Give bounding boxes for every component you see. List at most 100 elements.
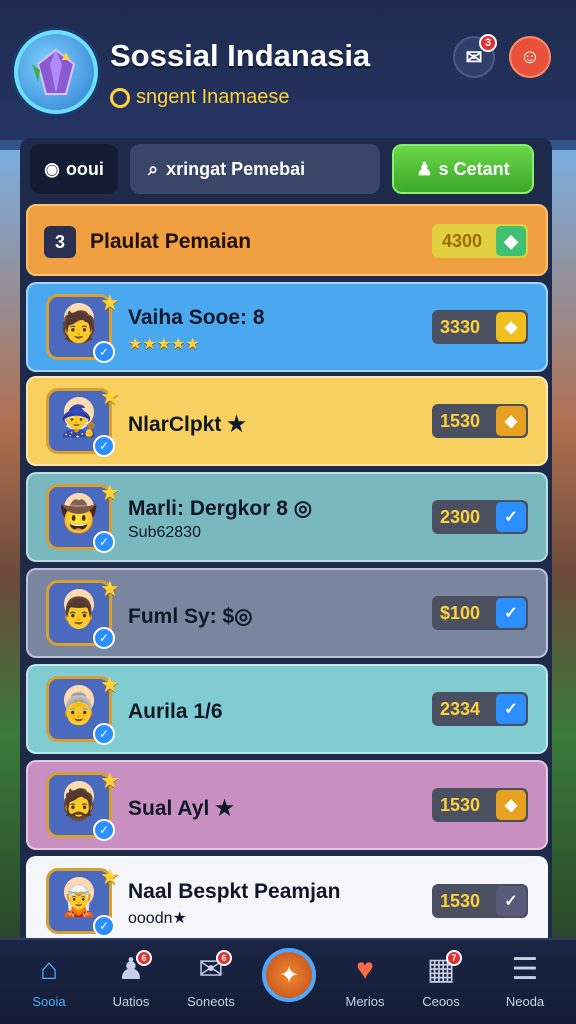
toolbar: ◉ ooui ⌕ xringat Pemebai ♟ s Cetant bbox=[30, 144, 542, 194]
chat-badge: 3 bbox=[479, 34, 497, 52]
player-name: Sual Ayl ★ bbox=[128, 797, 234, 820]
rank-badge: 3 bbox=[44, 226, 76, 258]
nav-label: Soneots bbox=[187, 994, 235, 1009]
leaderboard-row[interactable]: 🤠 ✓ ★ Marli: Dergkor 8 ◎ Sub62830 2300 ✓ bbox=[26, 472, 548, 562]
nav-item-uatios[interactable]: ♟ 6 Uatios bbox=[96, 950, 166, 1009]
home-icon: ⌂ bbox=[39, 953, 59, 986]
header-row-score-value: 4300 bbox=[442, 230, 483, 251]
star-icon: ★ bbox=[100, 768, 120, 793]
leaderboard-panel: ◉ ooui ⌕ xringat Pemebai ♟ s Cetant 3 Pl… bbox=[20, 138, 552, 946]
app-header: Sossial Indanasia sngent Inamaese ✉ 3 ☺ bbox=[0, 0, 576, 140]
check-icon: ✓ bbox=[496, 694, 526, 724]
nav-label: Merios bbox=[345, 994, 385, 1009]
player-name: Marli: Dergkor 8 ◎ bbox=[128, 497, 313, 520]
player-name: Vaiha Sooe: 8 bbox=[128, 306, 265, 329]
nav-badge: 6 bbox=[136, 950, 152, 966]
verified-icon: ✓ bbox=[93, 435, 115, 457]
nav-item-ceoos[interactable]: ▦ 7 Ceoos bbox=[406, 950, 476, 1009]
check-icon: ✓ bbox=[496, 598, 526, 628]
nav-label: Uatios bbox=[112, 994, 150, 1009]
leaderboard-row[interactable]: 👨 ✓ ★ Fuml Sy: $◎ $100 ✓ bbox=[26, 568, 548, 658]
star-badge-icon: ✦ bbox=[278, 961, 300, 989]
player-score: 1530 ✓ bbox=[432, 884, 528, 918]
search-icon: ⌕ bbox=[148, 158, 159, 179]
grid-icon: ▦ 7 bbox=[406, 950, 476, 990]
player-score-value: 2334 bbox=[440, 698, 481, 719]
action-label: s Cetant bbox=[438, 158, 510, 179]
leaderboard-row[interactable]: 🧝 ✓ ★ Naal Bespkt Peamjan ooodn★ 1530 ✓ bbox=[26, 856, 548, 946]
chat-button[interactable]: ✉ 3 bbox=[453, 34, 497, 78]
verified-icon: ✓ bbox=[93, 531, 115, 553]
player-subtitle: ooodn★ bbox=[128, 910, 187, 927]
check-icon: ✓ bbox=[496, 886, 526, 916]
star-icon: ★ bbox=[100, 864, 120, 889]
header-row-title: Plaulat Pemaian bbox=[90, 230, 252, 253]
verified-icon: ✓ bbox=[93, 819, 115, 841]
check-icon: ✓ bbox=[496, 502, 526, 532]
nav-badge: 7 bbox=[446, 950, 462, 966]
add-action-button[interactable]: ♟ s Cetant bbox=[392, 144, 534, 194]
star-icon: ★ bbox=[100, 384, 120, 409]
verified-icon: ✓ bbox=[93, 915, 115, 937]
profile-button[interactable]: ☺ bbox=[509, 36, 551, 78]
nav-item-sooia[interactable]: ⌂ Sooia bbox=[14, 950, 84, 1009]
bottom-nav: ✦ ⌂ Sooia ♟ 6 Uatios ✉ 6 Soneots ♥ Merios ▦ 7 Ceoos ☰… bbox=[0, 938, 576, 1024]
player-score-value: 1530 bbox=[440, 410, 481, 431]
app-logo bbox=[14, 30, 98, 114]
verified-icon: ✓ bbox=[93, 627, 115, 649]
diamond-icon: ◆ bbox=[496, 790, 526, 820]
star-icon: ★ bbox=[100, 672, 120, 697]
heart-icon: ♥ bbox=[356, 953, 374, 986]
filter-button[interactable]: ◉ ooui bbox=[30, 144, 118, 194]
player-subtitle: ★★★★★ bbox=[128, 336, 200, 353]
verified-icon: ✓ bbox=[93, 723, 115, 745]
nav-item-soneots[interactable]: ✉ 6 Soneots bbox=[176, 950, 246, 1009]
star-icon: ★ bbox=[100, 480, 120, 505]
nav-label: Ceoos bbox=[422, 994, 460, 1009]
nav-item-neoda[interactable]: ☰ Neoda bbox=[490, 950, 560, 1009]
chat-icon: ✉ 6 bbox=[176, 950, 246, 990]
app-subtitle: sngent Inamaese bbox=[110, 86, 289, 109]
star-icon: ★ bbox=[100, 290, 120, 315]
subtitle-text: sngent Inamaese bbox=[136, 86, 290, 108]
nav-label: Neoda bbox=[505, 994, 545, 1009]
add-user-icon: ♟ bbox=[416, 158, 433, 179]
nav-center-button[interactable]: ✦ bbox=[262, 948, 316, 1002]
player-score: 3330 ◆ bbox=[432, 310, 528, 344]
nav-item-merios[interactable]: ♥ Merios bbox=[330, 950, 400, 1009]
player-score: $100 ✓ bbox=[432, 596, 528, 630]
user-icon: ☺ bbox=[519, 45, 541, 68]
leaderboard-row[interactable]: 👵 ✓ ★ Aurila 1/6 2334 ✓ bbox=[26, 664, 548, 754]
nav-label: Sooia bbox=[32, 994, 66, 1009]
player-score-value: 3330 bbox=[440, 316, 481, 337]
player-name: Fuml Sy: $◎ bbox=[128, 605, 253, 628]
verified-icon: ✓ bbox=[93, 341, 115, 363]
leaderboard-row[interactable]: 🧑 ✓ ★ Vaiha Sooe: 8 ★★★★★ 3330 ◆ bbox=[26, 282, 548, 372]
leaderboard-header-row: 3 Plaulat Pemaian 4300 ◆ bbox=[26, 204, 548, 276]
player-score: 1530 ◆ bbox=[432, 404, 528, 438]
filter-icon: ◉ bbox=[44, 158, 60, 179]
leaderboard-row[interactable]: 🧙 ✓ ★ NlarClpkt ★ 1530 ◆ bbox=[26, 376, 548, 466]
app-title: Sossial Indanasia bbox=[110, 38, 371, 73]
filter-label: ooui bbox=[65, 158, 104, 179]
player-score: 1530 ◆ bbox=[432, 788, 528, 822]
player-score-value: $100 bbox=[440, 602, 481, 623]
header-row-score: 4300 ◆ bbox=[432, 224, 528, 258]
people-icon: ♟ 6 bbox=[96, 950, 166, 990]
leaderboard-row[interactable]: 🧔 ✓ ★ Sual Ayl ★ 1530 ◆ bbox=[26, 760, 548, 850]
player-name: Naal Bespkt Peamjan bbox=[128, 880, 341, 903]
crystal-icon bbox=[32, 48, 76, 95]
player-score: 2300 ✓ bbox=[432, 500, 528, 534]
diamond-icon: ◆ bbox=[496, 406, 526, 436]
search-input[interactable]: ⌕ xringat Pemebai bbox=[130, 144, 380, 194]
coin-icon bbox=[110, 87, 130, 108]
star-icon: ★ bbox=[100, 576, 120, 601]
diamond-icon: ◆ bbox=[496, 312, 526, 342]
player-name: Aurila 1/6 bbox=[128, 700, 223, 723]
player-score: 2334 ✓ bbox=[432, 692, 528, 726]
player-score-value: 2300 bbox=[440, 506, 481, 527]
player-score-value: 1530 bbox=[440, 794, 481, 815]
list-icon: ☰ bbox=[511, 953, 539, 986]
player-subtitle: Sub62830 bbox=[128, 524, 201, 541]
search-placeholder: xringat Pemebai bbox=[166, 158, 306, 179]
